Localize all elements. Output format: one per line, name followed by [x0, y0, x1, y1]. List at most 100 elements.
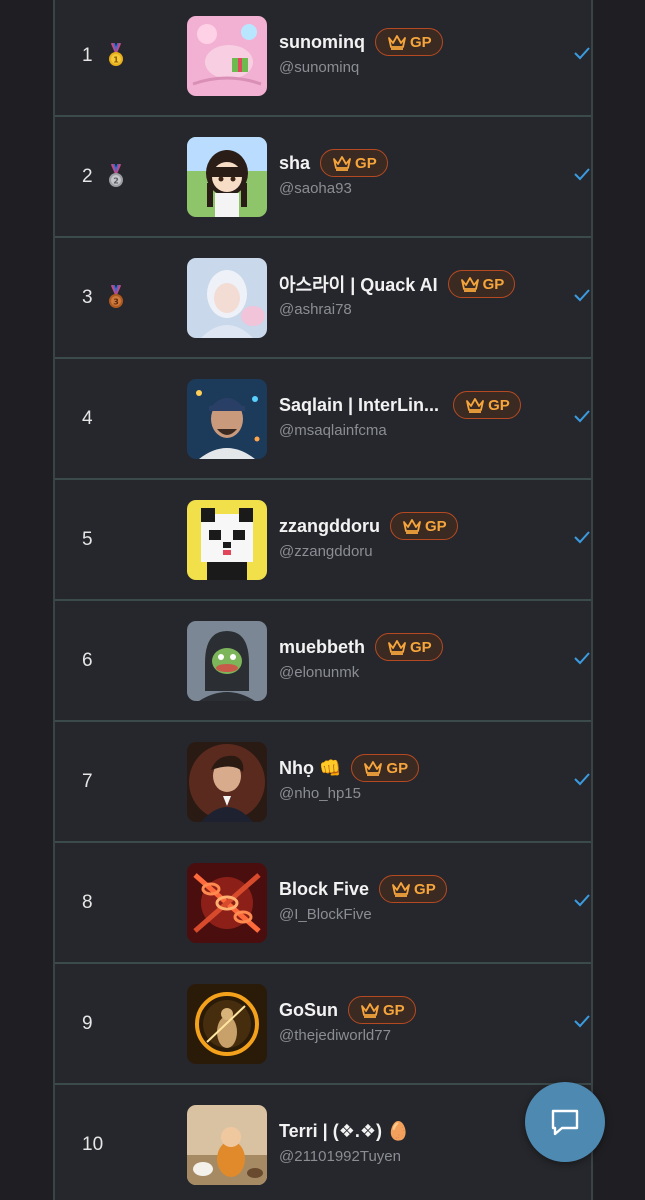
display-name[interactable]: Terri | (❖.❖) 🥚: [279, 1121, 409, 1142]
crown-icon: [466, 398, 484, 413]
avatar[interactable]: [187, 984, 267, 1064]
verified-check-icon: [574, 168, 590, 181]
rank-cell: 5: [82, 528, 142, 552]
rank-number: 3: [82, 287, 93, 308]
leaderboard-page: 1 1 sunominq GP @sunominq 2 2 sha GP @sa…: [0, 0, 645, 1200]
rank-number: 6: [82, 650, 93, 671]
display-name[interactable]: Block Five: [279, 879, 369, 900]
leaderboard-row[interactable]: 1 1 sunominq GP @sunominq: [55, 0, 591, 117]
user-info: sunominq GP @sunominq: [279, 27, 569, 76]
leaderboard-row[interactable]: 10 Terri | (❖.❖) 🥚 @21101992Tuyen: [55, 1085, 591, 1200]
display-name[interactable]: sunominq: [279, 32, 365, 53]
leaderboard-row[interactable]: 6 muebbeth GP @elonunmk: [55, 601, 591, 722]
badge-label: GP: [414, 880, 436, 898]
rank-cell: 10: [82, 1133, 142, 1157]
leaderboard-row[interactable]: 9 GoSun GP @thejediworld77: [55, 964, 591, 1085]
rank-cell: 7: [82, 770, 142, 794]
avatar[interactable]: [187, 500, 267, 580]
rank-number: 9: [82, 1013, 93, 1034]
badge-label: GP: [425, 517, 447, 535]
avatar[interactable]: [187, 379, 267, 459]
silver-medal-icon: 2: [109, 164, 123, 187]
avatar[interactable]: [187, 258, 267, 338]
gp-badge: GP: [453, 391, 521, 419]
gp-badge: GP: [348, 996, 416, 1024]
crown-icon: [403, 519, 421, 534]
rank-number: 8: [82, 892, 93, 913]
chat-button[interactable]: [525, 1082, 605, 1162]
gp-badge: GP: [375, 28, 443, 56]
leaderboard-row[interactable]: 5 zzangddoru GP @zzangddoru: [55, 480, 591, 601]
gp-badge: GP: [375, 633, 443, 661]
badge-label: GP: [355, 154, 377, 172]
badge-label: GP: [488, 396, 510, 414]
username: @saoha93: [279, 180, 352, 197]
badge-label: GP: [410, 33, 432, 51]
badge-label: GP: [386, 759, 409, 777]
gold-medal-icon: 1: [109, 43, 123, 66]
svg-text:3: 3: [113, 298, 119, 307]
display-name[interactable]: Nhọ 👊: [279, 758, 341, 779]
leaderboard-row[interactable]: 3 3 아스라이 | Quack AI GP @ashrai78: [55, 238, 591, 359]
leaderboard-row[interactable]: 4 Saqlain | InterLin... GP @msaqlainfcma: [55, 359, 591, 480]
user-info: Saqlain | InterLin... GP @msaqlainfcma: [279, 390, 569, 439]
rank-cell: 3 3: [82, 285, 142, 310]
display-name[interactable]: sha: [279, 153, 310, 174]
rank-number: 1: [82, 45, 93, 66]
avatar[interactable]: [187, 863, 267, 943]
verified-check-icon: [574, 47, 590, 60]
avatar[interactable]: [187, 137, 267, 217]
avatar[interactable]: [187, 1105, 267, 1185]
user-info: muebbeth GP @elonunmk: [279, 632, 569, 681]
rank-cell: 6: [82, 649, 142, 673]
rank-number: 5: [82, 529, 93, 550]
rank-cell: 2 2: [82, 164, 142, 189]
verified-check-icon: [574, 289, 590, 302]
gp-badge: GP: [379, 875, 447, 903]
avatar[interactable]: [187, 742, 267, 822]
username: @elonunmk: [279, 664, 360, 681]
avatar[interactable]: [187, 16, 267, 96]
username: @ashrai78: [279, 301, 352, 318]
verified-check-icon: [574, 531, 590, 544]
svg-text:2: 2: [113, 177, 119, 186]
rank-cell: 9: [82, 1012, 142, 1036]
verified-check-icon: [574, 773, 590, 786]
gp-badge: GP: [320, 149, 388, 177]
leaderboard-row[interactable]: 2 2 sha GP @saoha93: [55, 117, 591, 238]
username: @nho_hp15: [279, 785, 361, 802]
crown-icon: [460, 277, 479, 292]
rank-cell: 8: [82, 891, 142, 915]
chat-bubble-icon: [551, 1109, 579, 1136]
display-name[interactable]: muebbeth: [279, 637, 365, 658]
badge-label: GP: [383, 1001, 405, 1019]
display-name[interactable]: 아스라이 | Quack AI: [279, 271, 438, 297]
leaderboard-row[interactable]: 7 Nhọ 👊 GP @nho_hp15: [55, 722, 591, 843]
crown-icon: [392, 882, 410, 897]
crown-icon: [333, 156, 351, 171]
crown-icon: [364, 761, 383, 776]
crown-icon: [388, 640, 406, 655]
verified-check-icon: [574, 410, 590, 423]
badge-label: GP: [482, 275, 505, 293]
user-info: 아스라이 | Quack AI GP @ashrai78: [279, 269, 569, 318]
avatar[interactable]: [187, 621, 267, 701]
crown-icon: [361, 1003, 379, 1018]
verified-check-icon: [574, 652, 590, 665]
gp-badge: GP: [447, 270, 516, 298]
display-name[interactable]: GoSun: [279, 1000, 338, 1021]
display-name[interactable]: zzangddoru: [279, 516, 380, 537]
username: @I_BlockFive: [279, 906, 372, 923]
bronze-medal-icon: 3: [109, 285, 123, 308]
user-info: GoSun GP @thejediworld77: [279, 995, 569, 1044]
display-name[interactable]: Saqlain | InterLin...: [279, 395, 439, 416]
leaderboard-row[interactable]: 8 Block Five GP @I_BlockFive: [55, 843, 591, 964]
user-info: sha GP @saoha93: [279, 148, 569, 197]
username: @msaqlainfcma: [279, 422, 387, 439]
user-info: zzangddoru GP @zzangddoru: [279, 511, 569, 560]
rank-number: 10: [82, 1134, 104, 1155]
username: @thejediworld77: [279, 1027, 391, 1044]
leaderboard-table: 1 1 sunominq GP @sunominq 2 2 sha GP @sa…: [53, 0, 593, 1200]
rank-number: 7: [82, 771, 93, 792]
username: @zzangddoru: [279, 543, 373, 560]
